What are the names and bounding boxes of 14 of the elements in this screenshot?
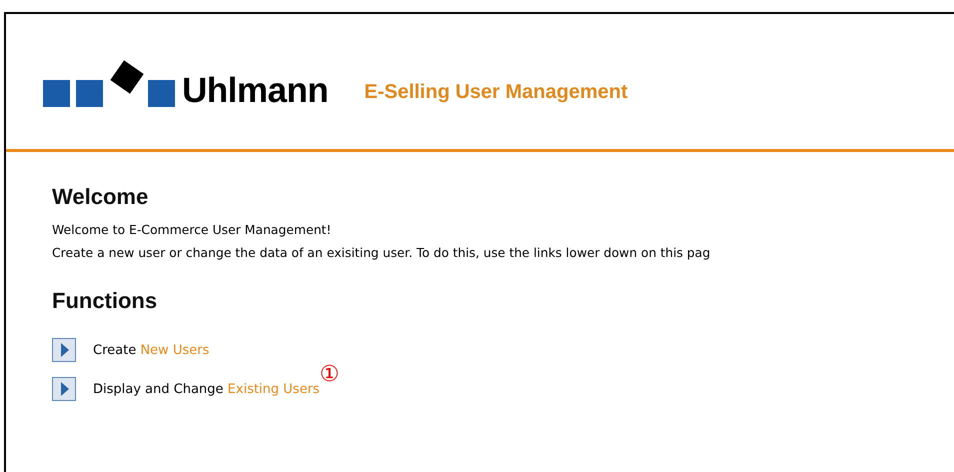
logo-text: Uhlmann [182, 72, 328, 108]
function-link[interactable]: New Users [140, 342, 210, 358]
callout-marker: ① [320, 364, 340, 386]
app-title: E-Selling User Management [364, 81, 628, 104]
welcome-text: Welcome to E-Commerce User Management! [52, 222, 332, 237]
section-heading: Functions [52, 288, 158, 314]
welcome-text: Create a new user or change the data of an exisiting user. To do this, use the links lower down on this pag [52, 245, 712, 260]
play-icon[interactable] [52, 377, 76, 401]
function-text: Display and Change [93, 382, 224, 396]
logo-icon [43, 58, 175, 108]
section-heading: Welcome [52, 184, 150, 210]
play-icon[interactable] [52, 338, 76, 362]
function-link[interactable]: Existing Users [228, 382, 320, 396]
function-text: Create [93, 342, 138, 358]
